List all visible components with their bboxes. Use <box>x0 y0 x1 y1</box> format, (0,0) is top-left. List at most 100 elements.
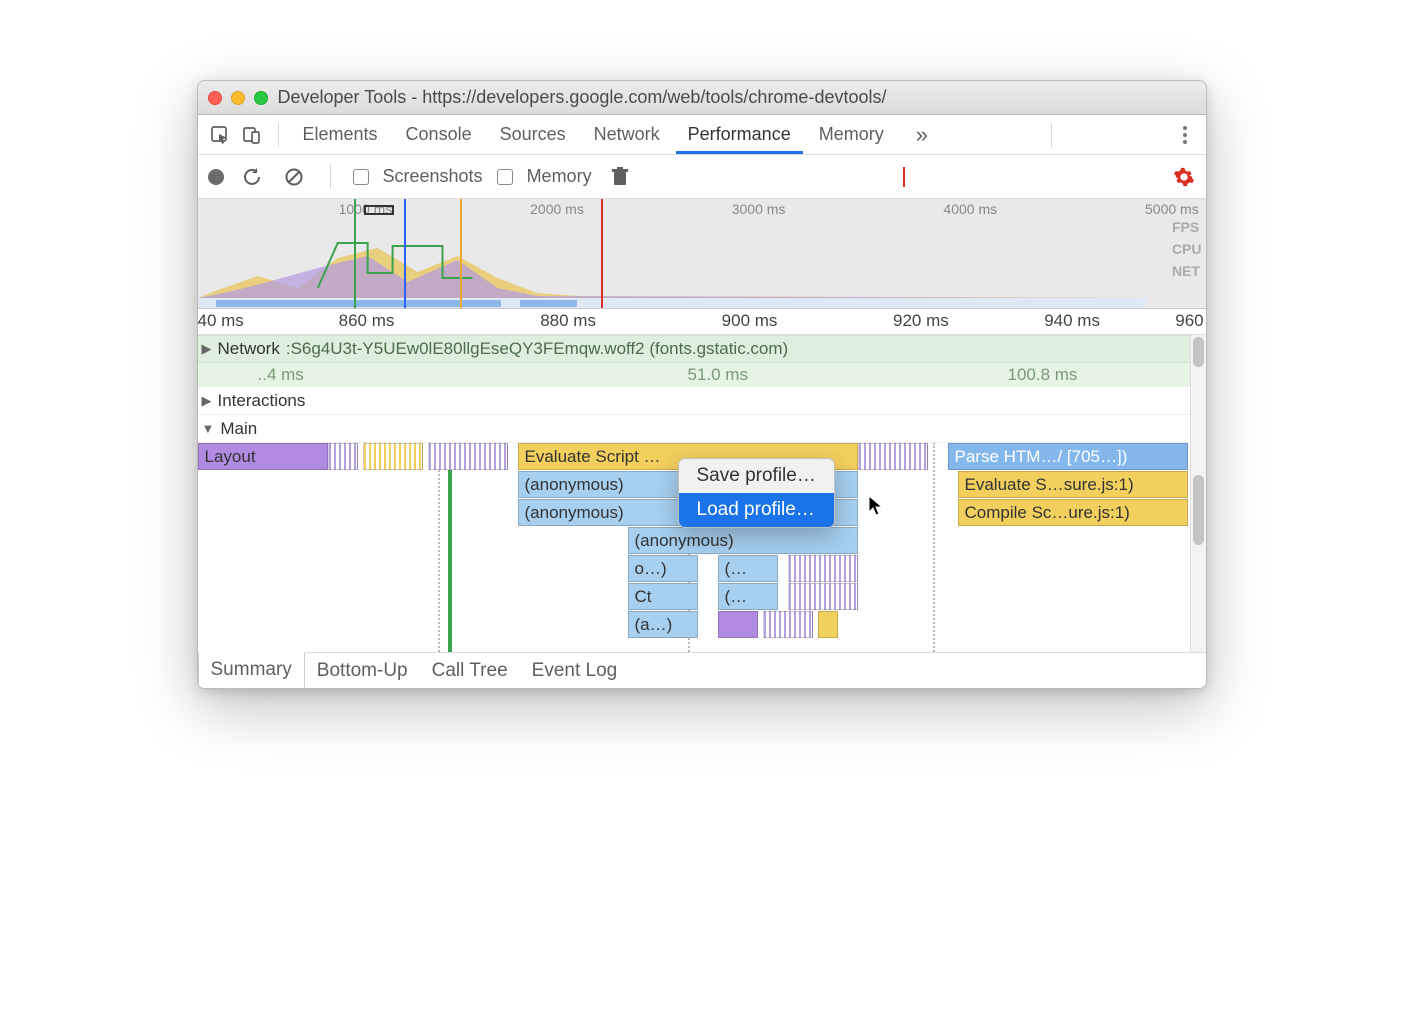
tab-network[interactable]: Network <box>582 116 672 153</box>
device-toggle-icon[interactable] <box>238 121 266 149</box>
overview-marker-red <box>601 199 603 308</box>
overview-cpu-graph <box>198 238 1146 298</box>
window-titlebar: Developer Tools - https://developers.goo… <box>198 81 1206 115</box>
ruler-tick: 40 ms <box>198 311 244 331</box>
performance-toolbar: Screenshots Memory <box>198 155 1206 199</box>
flame-bar[interactable]: Layout <box>198 443 328 470</box>
ruler[interactable]: 40 ms 860 ms 880 ms 900 ms 920 ms 940 ms… <box>198 309 1206 335</box>
flame-bar[interactable] <box>718 611 758 638</box>
memory-label: Memory <box>527 166 592 187</box>
flame-bar[interactable] <box>763 611 813 638</box>
separator <box>330 165 331 189</box>
minimize-window-button[interactable] <box>231 91 245 105</box>
flame-bar[interactable] <box>858 443 928 470</box>
marker-line <box>448 443 452 652</box>
zoom-window-button[interactable] <box>254 91 268 105</box>
clear-button[interactable] <box>280 163 308 191</box>
separator <box>278 123 279 147</box>
cursor-icon <box>868 495 886 517</box>
ruler-tick: 900 ms <box>722 311 778 331</box>
menu-load-profile[interactable]: Load profile… <box>679 493 834 527</box>
traffic-lights <box>208 91 268 105</box>
flame-chart[interactable]: LayoutEvaluate Script …Parse HTM…/ [705…… <box>198 442 1190 652</box>
tabs-overflow-button[interactable]: » <box>904 114 940 156</box>
interactions-track-header[interactable]: ▶ Interactions <box>198 386 1190 414</box>
tab-elements[interactable]: Elements <box>291 116 390 153</box>
more-options-button[interactable] <box>1172 126 1198 144</box>
overview-tick: 4000 ms <box>943 201 997 217</box>
overview-tick: 2000 ms <box>530 201 584 217</box>
cpu-label: CPU <box>1172 241 1202 257</box>
collapse-icon: ▼ <box>202 421 215 436</box>
ruler-tick: 960 <box>1175 311 1203 331</box>
tab-event-log[interactable]: Event Log <box>520 653 630 688</box>
flame-bar[interactable]: Parse HTM…/ [705…]) <box>948 443 1188 470</box>
tab-bottom-up[interactable]: Bottom-Up <box>305 653 420 688</box>
ruler-tick: 920 ms <box>893 311 949 331</box>
screenshots-checkbox[interactable] <box>353 169 369 185</box>
overview-net-bar <box>198 298 1146 308</box>
tracks: ▶ Network :S6g4U3t-Y5UEw0lE80llgEseQY3FE… <box>198 335 1190 652</box>
flame-bar[interactable]: o…) <box>628 555 698 582</box>
timeline-overview[interactable]: 1000 ms 2000 ms 3000 ms 4000 ms 5000 ms … <box>198 199 1206 309</box>
record-button[interactable] <box>208 169 224 185</box>
garbage-collect-icon[interactable] <box>606 163 634 191</box>
memory-checkbox[interactable] <box>497 169 513 185</box>
separator <box>1051 123 1052 147</box>
frame-value: 100.8 ms <box>1008 365 1078 385</box>
interactions-label: Interactions <box>218 391 306 411</box>
overview-side-labels: FPS CPU NET <box>1172 219 1202 279</box>
ruler-tick: 860 ms <box>339 311 395 331</box>
tab-console[interactable]: Console <box>394 116 484 153</box>
flame-bar[interactable] <box>363 443 423 470</box>
inspect-icon[interactable] <box>206 121 234 149</box>
flame-bar[interactable] <box>788 583 858 610</box>
scrollbar-thumb[interactable] <box>1193 337 1204 367</box>
vertical-scrollbar[interactable] <box>1190 335 1206 652</box>
overview-selection[interactable] <box>364 205 394 215</box>
flame-bar[interactable] <box>788 555 858 582</box>
fps-label: FPS <box>1172 219 1202 235</box>
tab-summary[interactable]: Summary <box>198 652 305 688</box>
flame-bar[interactable] <box>818 611 838 638</box>
frames-track: ..4 ms 51.0 ms 100.8 ms <box>198 362 1190 386</box>
tab-performance[interactable]: Performance <box>676 116 803 153</box>
flame-bar[interactable]: Evaluate S…sure.js:1) <box>958 471 1188 498</box>
flame-bar[interactable] <box>328 443 358 470</box>
ruler-tick: 880 ms <box>540 311 596 331</box>
main-label: Main <box>220 419 257 439</box>
grid-line <box>933 443 935 652</box>
scrollbar-thumb[interactable] <box>1193 475 1204 545</box>
flame-bar[interactable]: Compile Sc…ure.js:1) <box>958 499 1188 526</box>
window-title: Developer Tools - https://developers.goo… <box>278 87 887 108</box>
flame-bar[interactable]: Ct <box>628 583 698 610</box>
screenshots-label: Screenshots <box>383 166 483 187</box>
reload-button[interactable] <box>238 163 266 191</box>
flame-bar[interactable]: (… <box>718 583 778 610</box>
close-window-button[interactable] <box>208 91 222 105</box>
menu-save-profile[interactable]: Save profile… <box>679 459 834 493</box>
overview-marker-green <box>354 199 356 308</box>
tab-memory[interactable]: Memory <box>807 116 896 153</box>
grid-line <box>438 443 440 652</box>
main-track-header[interactable]: ▼ Main <box>198 414 1190 442</box>
flame-bar[interactable]: (… <box>718 555 778 582</box>
network-track-header[interactable]: ▶ Network :S6g4U3t-Y5UEw0lE80llgEseQY3FE… <box>198 335 1190 362</box>
flame-bar[interactable] <box>428 443 508 470</box>
overview-marker-blue <box>404 199 406 308</box>
flame-bar[interactable]: (anonymous) <box>628 527 858 554</box>
details-tabbar: Summary Bottom-Up Call Tree Event Log <box>198 652 1206 688</box>
net-label: NET <box>1172 263 1202 279</box>
overview-ticks: 1000 ms 2000 ms 3000 ms 4000 ms 5000 ms <box>198 201 1206 217</box>
network-label: Network <box>218 339 280 359</box>
flame-bar[interactable]: (a…) <box>628 611 698 638</box>
expand-icon: ▶ <box>202 341 212 357</box>
capture-settings-icon[interactable] <box>1173 166 1195 188</box>
overview-marker-orange <box>460 199 462 308</box>
context-menu: Save profile… Load profile… <box>678 458 835 528</box>
network-request-text: :S6g4U3t-Y5UEw0lE80llgEseQY3FEmqw.woff2 … <box>286 339 788 359</box>
tab-call-tree[interactable]: Call Tree <box>420 653 520 688</box>
frame-value: 51.0 ms <box>688 365 748 385</box>
tab-sources[interactable]: Sources <box>488 116 578 153</box>
devtools-tabbar: Elements Console Sources Network Perform… <box>198 115 1206 155</box>
